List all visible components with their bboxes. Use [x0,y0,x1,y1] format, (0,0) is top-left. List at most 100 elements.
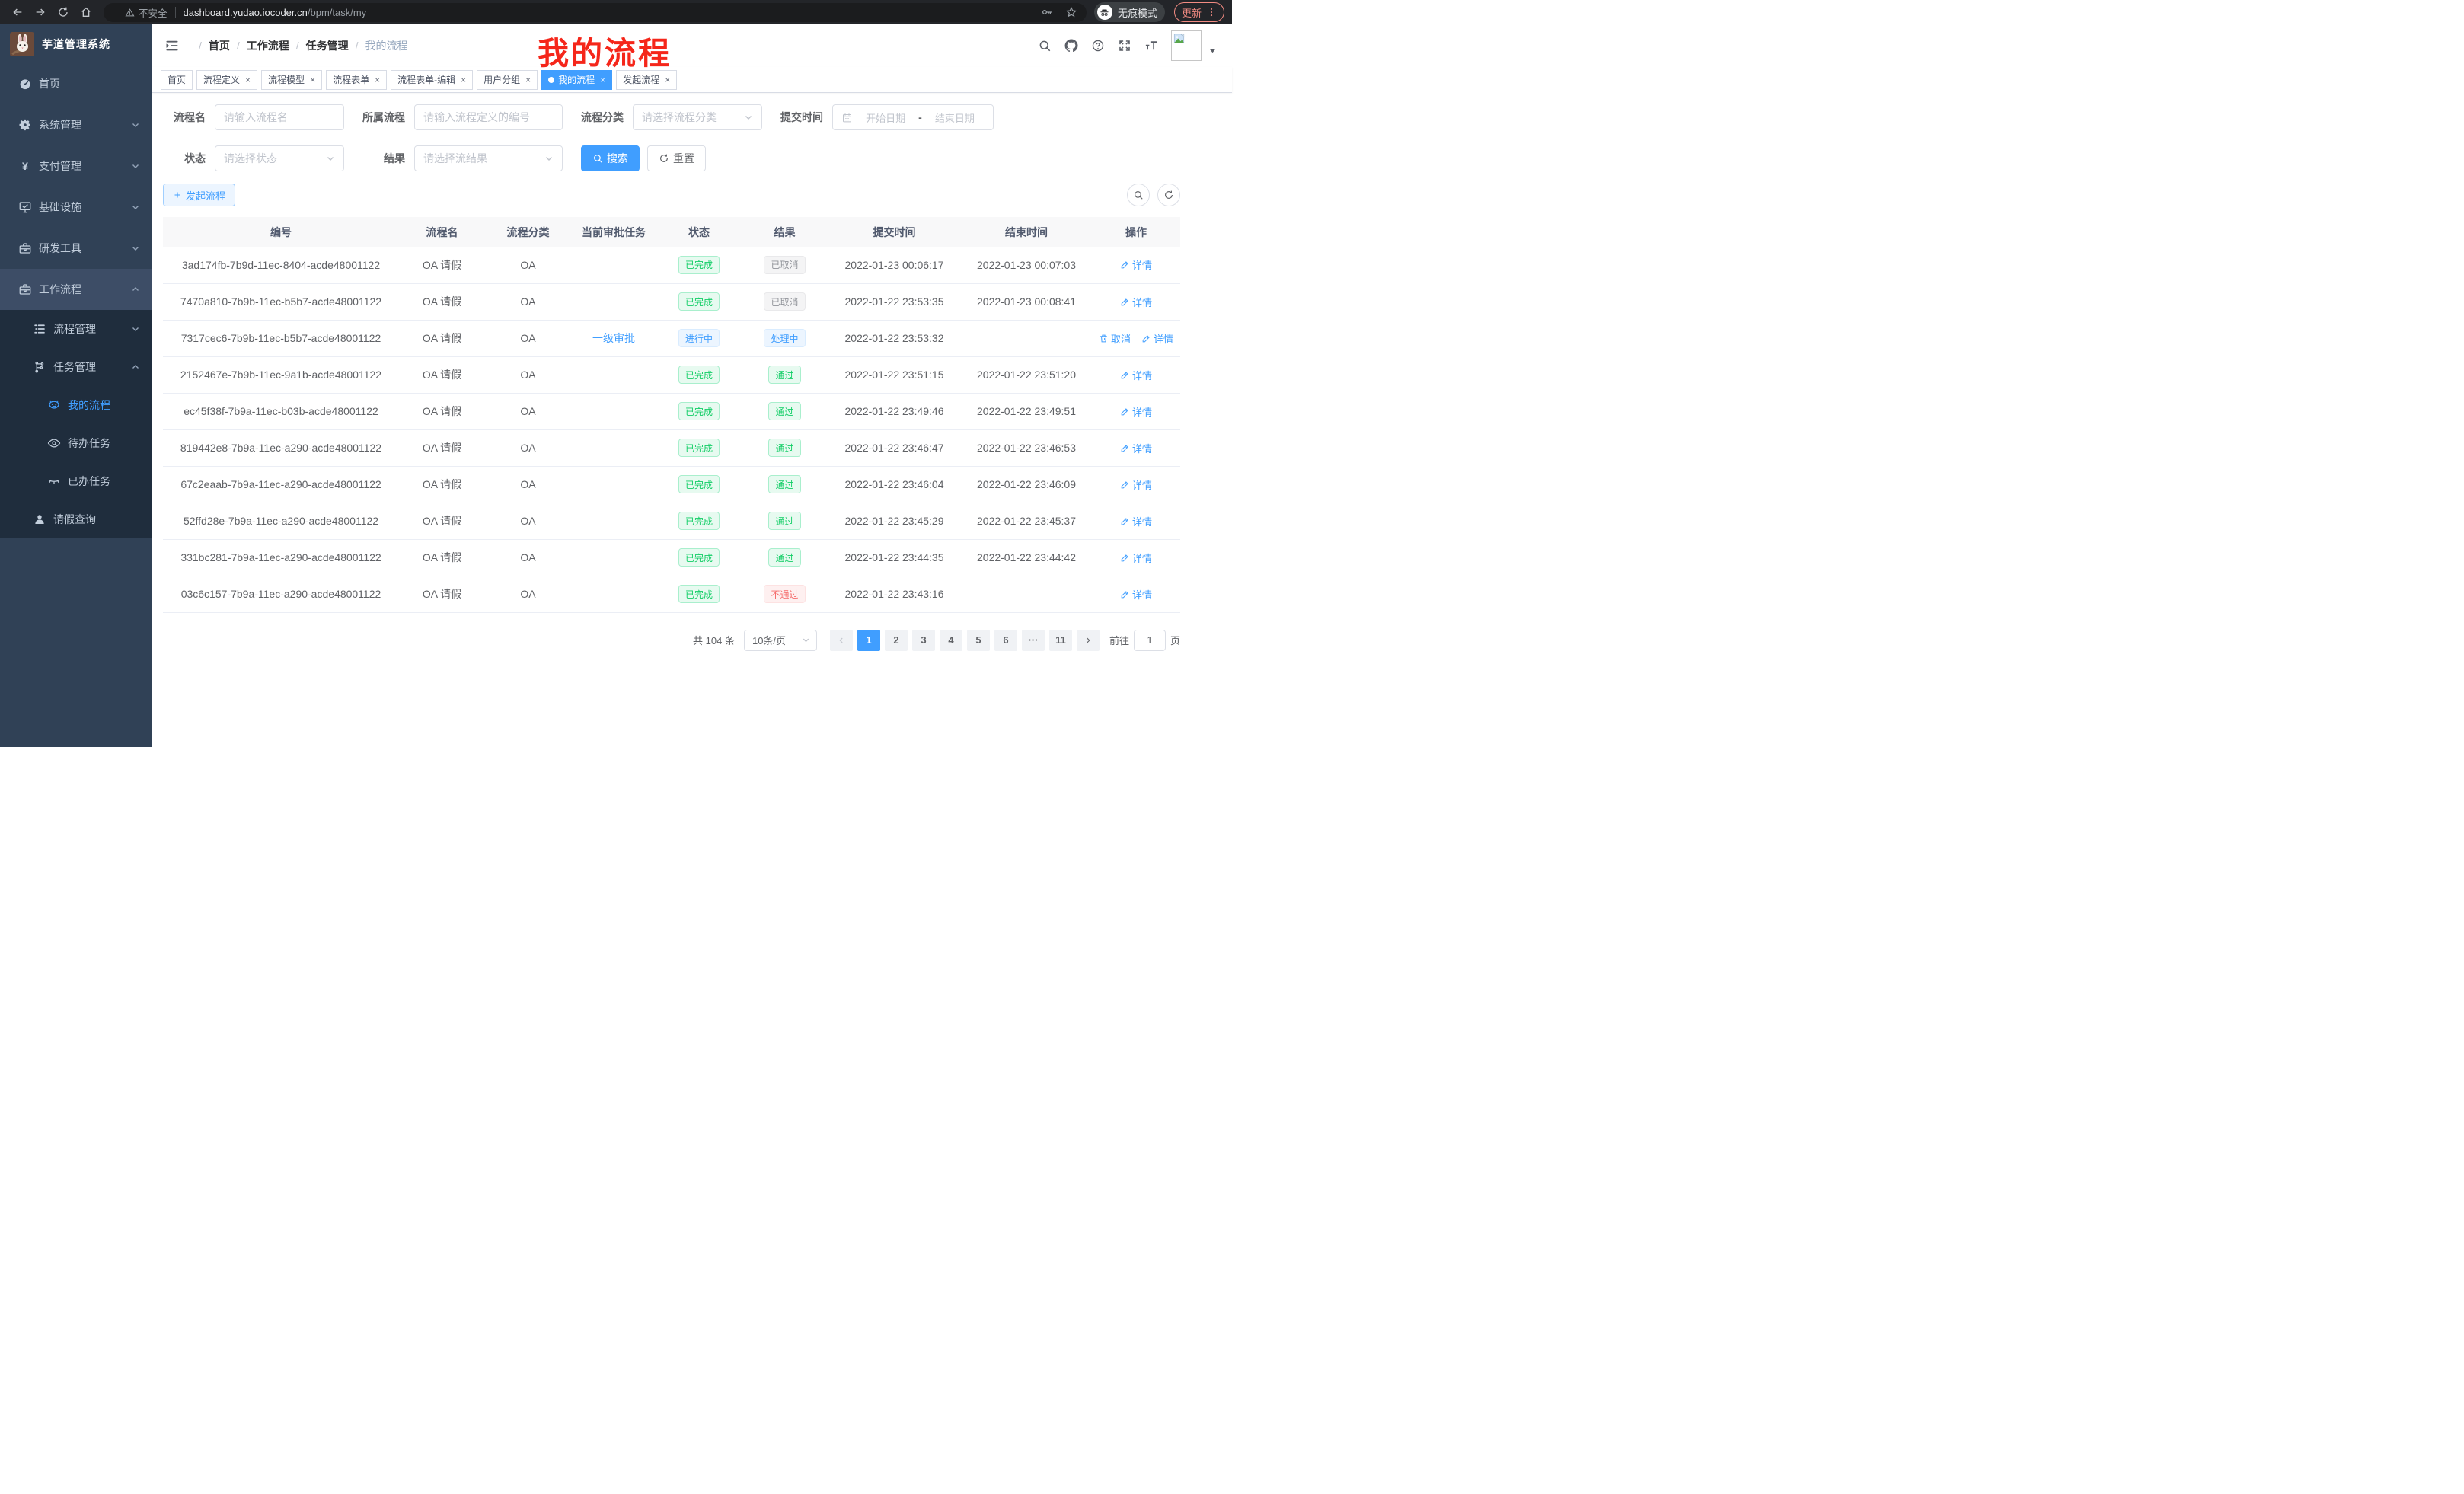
tab-label: 流程表单-编辑 [397,73,455,86]
table-row: 3ad174fb-7b9d-11ec-8404-acde48001122 OA … [163,247,1180,283]
detail-action[interactable]: 详情 [1120,514,1152,528]
forward-icon[interactable] [30,2,50,22]
process-definition-input[interactable] [414,104,563,130]
select-caret-icon [544,154,554,163]
bookmark-star-icon[interactable] [1065,6,1077,18]
sidebar-item[interactable]: 我的流程 [0,386,152,424]
page-number-button[interactable]: 6 [994,630,1017,651]
font-size-icon[interactable] [1144,39,1158,53]
page-tab[interactable]: 流程定义 × [196,70,257,90]
row-submit-time: 2022-01-22 23:51:15 [845,369,944,381]
start-process-button[interactable]: 发起流程 [163,184,235,206]
refresh-table-button[interactable] [1157,184,1180,206]
row-id: 331bc281-7b9a-11ec-a290-acde48001122 [180,551,381,563]
cancel-action[interactable]: 取消 [1099,331,1131,346]
goto-page-input[interactable] [1134,630,1166,651]
prev-page-button[interactable] [830,630,853,651]
password-key-icon[interactable] [1041,6,1053,18]
page-tab[interactable]: 流程模型 × [261,70,322,90]
sidebar-item[interactable]: 工作流程 [0,269,152,310]
detail-action[interactable]: 详情 [1120,587,1152,602]
tab-close-icon[interactable]: × [375,75,380,85]
tab-close-icon[interactable]: × [525,75,531,85]
avatar-caret-icon[interactable] [1208,46,1217,55]
result-select[interactable]: 请选择流结果 [414,145,563,171]
detail-action[interactable]: 详情 [1141,331,1173,346]
sidebar-item[interactable]: 请假查询 [0,500,152,538]
page-number-button[interactable]: 1 [857,630,880,651]
tab-close-icon[interactable]: × [461,75,466,85]
row-end-time: 2022-01-22 23:46:53 [977,442,1076,454]
column-header: 流程分类 [485,217,571,247]
row-category: OA [520,588,535,600]
sidebar-item[interactable]: 系统管理 [0,104,152,145]
page-number-button[interactable]: 5 [967,630,990,651]
sidebar-item[interactable]: 流程管理 [0,310,152,348]
result-badge: 已取消 [764,256,805,274]
sidebar-item[interactable]: ¥ 支付管理 [0,145,152,187]
current-task-link[interactable]: 一级审批 [592,332,635,344]
page-tab[interactable]: 用户分组 × [477,70,538,90]
detail-action[interactable]: 详情 [1120,404,1152,419]
sidebar-item[interactable]: 基础设施 [0,187,152,228]
next-page-button[interactable] [1077,630,1100,651]
reload-icon[interactable] [53,2,73,22]
breadcrumb-item[interactable]: 工作流程 [247,38,289,53]
avatar[interactable] [1171,30,1202,61]
tab-close-icon[interactable]: × [665,75,670,85]
category-select[interactable]: 请选择流程分类 [633,104,762,130]
search-icon[interactable] [1038,39,1052,53]
sidebar-item[interactable]: 已办任务 [0,462,152,500]
detail-action[interactable]: 详情 [1120,368,1152,382]
page-number-button[interactable]: 4 [940,630,962,651]
detail-action[interactable]: 详情 [1120,477,1152,492]
back-icon[interactable] [8,2,27,22]
detail-action[interactable]: 详情 [1120,257,1152,272]
page-number-button[interactable]: 11 [1049,630,1072,651]
tab-close-icon[interactable]: × [310,75,315,85]
reset-button[interactable]: 重置 [647,145,706,171]
row-id: 7317cec6-7b9b-11ec-b5b7-acde48001122 [181,332,381,344]
detail-action[interactable]: 详情 [1120,295,1152,309]
help-icon[interactable] [1091,39,1105,53]
table-row: ec45f38f-7b9a-11ec-b03b-acde48001122 OA … [163,393,1180,429]
page-tab[interactable]: 流程表单 × [326,70,387,90]
status-badge: 已完成 [678,512,720,530]
page-number-button[interactable]: 2 [885,630,908,651]
search-button[interactable]: 搜索 [581,145,640,171]
page-number-button[interactable]: ··· [1022,630,1045,651]
tab-close-icon[interactable]: × [245,75,251,85]
page-size-select[interactable]: 10条/页 [744,630,817,651]
sidebar-item[interactable]: 首页 [0,63,152,104]
fullscreen-icon[interactable] [1118,39,1131,53]
page-number-button[interactable]: 3 [912,630,935,651]
browser-menu-icon[interactable] [1206,7,1217,18]
row-end-time: 2022-01-22 23:49:51 [977,405,1076,417]
breadcrumb-item[interactable]: 任务管理 [306,38,349,53]
sidebar-toggle-icon[interactable] [164,38,180,53]
detail-action[interactable]: 详情 [1120,551,1152,565]
page-tab[interactable]: 流程表单-编辑 × [391,70,473,90]
status-select[interactable]: 请选择状态 [215,145,344,171]
sidebar-item[interactable]: 待办任务 [0,424,152,462]
home-icon[interactable] [76,2,96,22]
browser-update-button[interactable]: 更新 [1174,2,1224,22]
sidebar-menu: 首页 系统管理 ¥ 支付管理 基础设施 [0,63,152,538]
page-tab[interactable]: 首页 [161,70,193,90]
process-name-input[interactable] [215,104,344,130]
submit-time-range-picker[interactable]: 开始日期 - 结束日期 [832,104,994,130]
sidebar-item[interactable]: 研发工具 [0,228,152,269]
toggle-search-button[interactable] [1127,184,1150,206]
address-bar[interactable]: 不安全 dashboard.yudao.iocoder.cn /bpm/task… [104,3,1087,22]
breadcrumb-item[interactable]: 我的流程 [365,38,408,53]
chevron-icon [131,362,140,372]
github-icon[interactable] [1064,39,1078,53]
status-badge: 已完成 [678,548,720,567]
app-logo[interactable]: 芋道管理系统 [0,24,152,63]
chevron-icon [131,161,140,171]
detail-action[interactable]: 详情 [1120,441,1152,455]
row-submit-time: 2022-01-22 23:46:47 [845,442,944,454]
sidebar-item[interactable]: 任务管理 [0,348,152,386]
breadcrumb-item[interactable]: 首页 [209,38,230,53]
tab-close-icon[interactable]: × [600,75,605,85]
